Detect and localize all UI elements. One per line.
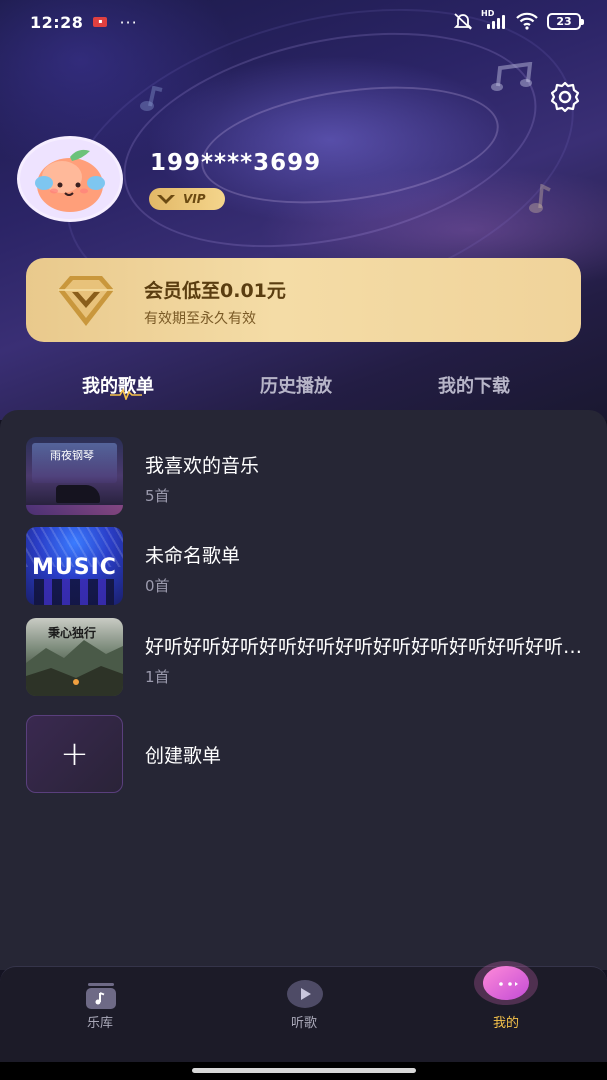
member-promo-title: 会员低至0.01元 [144,280,286,302]
playlist-cover-image: 秉心独行 [26,618,123,696]
settings-gear-icon[interactable] [548,80,582,114]
playlist-item[interactable]: MUSIC 未命名歌单 0首 [26,527,586,605]
music-note-decoration-icon [491,62,533,91]
music-library-icon [86,983,116,1009]
peach-character-icon [35,149,105,212]
membership-promo-card[interactable]: 会员低至0.01元 有效期至永久有效 [26,258,581,342]
vip-label: VIP [183,192,206,206]
status-time: 12:28 [30,12,84,32]
playlist-count: 5首 [145,487,170,505]
status-bar: 12:28 ▪ ··· HD 23 [0,0,607,44]
avatar[interactable] [17,136,123,222]
active-tab-indicator [110,388,142,400]
wifi-icon [516,12,538,30]
cover-title-text: 雨夜钢琴 [50,449,94,462]
username: 199****3699 [150,150,322,176]
notification-app-icon: ▪ [93,17,108,27]
create-playlist-item[interactable]: + 创建歌单 [26,715,586,793]
nav-label-mine: 我的 [492,1016,519,1031]
nav-label-library: 乐库 [86,1016,113,1031]
playlist-title: 未命名歌单 [145,545,241,567]
bottom-navigation: 乐库 听歌 我的 [0,961,607,1062]
nav-item-listen[interactable]: 听歌 [244,967,364,1047]
playlist-panel: 雨夜钢琴 我喜欢的音乐 5首 MUSIC 未命名歌单 0首 秉心独行 好听好听好… [0,410,607,970]
library-tabs: 我的歌单 历史播放 我的下载 [0,360,607,410]
playlist-count: 1首 [145,668,170,686]
gold-diamond-icon [58,276,114,326]
play-icon [287,980,323,1008]
music-note-decoration-icon [140,86,163,111]
member-validity-text: 有效期至永久有效 [144,311,256,327]
vip-crown-icon [157,195,175,204]
nav-label-listen: 听歌 [290,1016,317,1031]
add-playlist-button[interactable]: + [26,715,123,793]
nav-item-library[interactable]: 乐库 [40,967,160,1047]
system-gesture-bar [0,1062,607,1080]
profile-icon [474,961,538,1005]
playlist-count: 0首 [145,577,170,595]
cellular-signal-icon: HD [481,9,507,29]
cover-title-text: MUSIC [32,555,117,580]
battery-icon: 23 [547,12,584,30]
music-note-decoration-icon [529,184,551,213]
playlist-title: 好听好听好听好听好听好听好听好听好听好听好听好听好听好听 [145,636,586,658]
nav-item-mine[interactable]: 我的 [446,961,566,1047]
vip-badge: VIP [149,188,225,210]
tab-my-downloads[interactable]: 我的下载 [438,372,510,398]
playlist-cover-image: MUSIC [26,527,123,605]
more-notifications-icon: ··· [119,12,138,32]
create-playlist-label: 创建歌单 [145,745,222,767]
mute-bell-icon [453,13,473,30]
plus-icon: + [60,734,89,774]
playlist-title: 我喜欢的音乐 [145,455,260,477]
playlist-cover-image: 雨夜钢琴 [26,437,123,515]
tab-play-history[interactable]: 历史播放 [260,372,332,398]
playlist-item[interactable]: 雨夜钢琴 我喜欢的音乐 5首 [26,437,586,515]
home-indicator[interactable] [192,1068,416,1073]
playlist-item[interactable]: 秉心独行 好听好听好听好听好听好听好听好听好听好听好听好听好听好听 1首 [26,618,586,696]
